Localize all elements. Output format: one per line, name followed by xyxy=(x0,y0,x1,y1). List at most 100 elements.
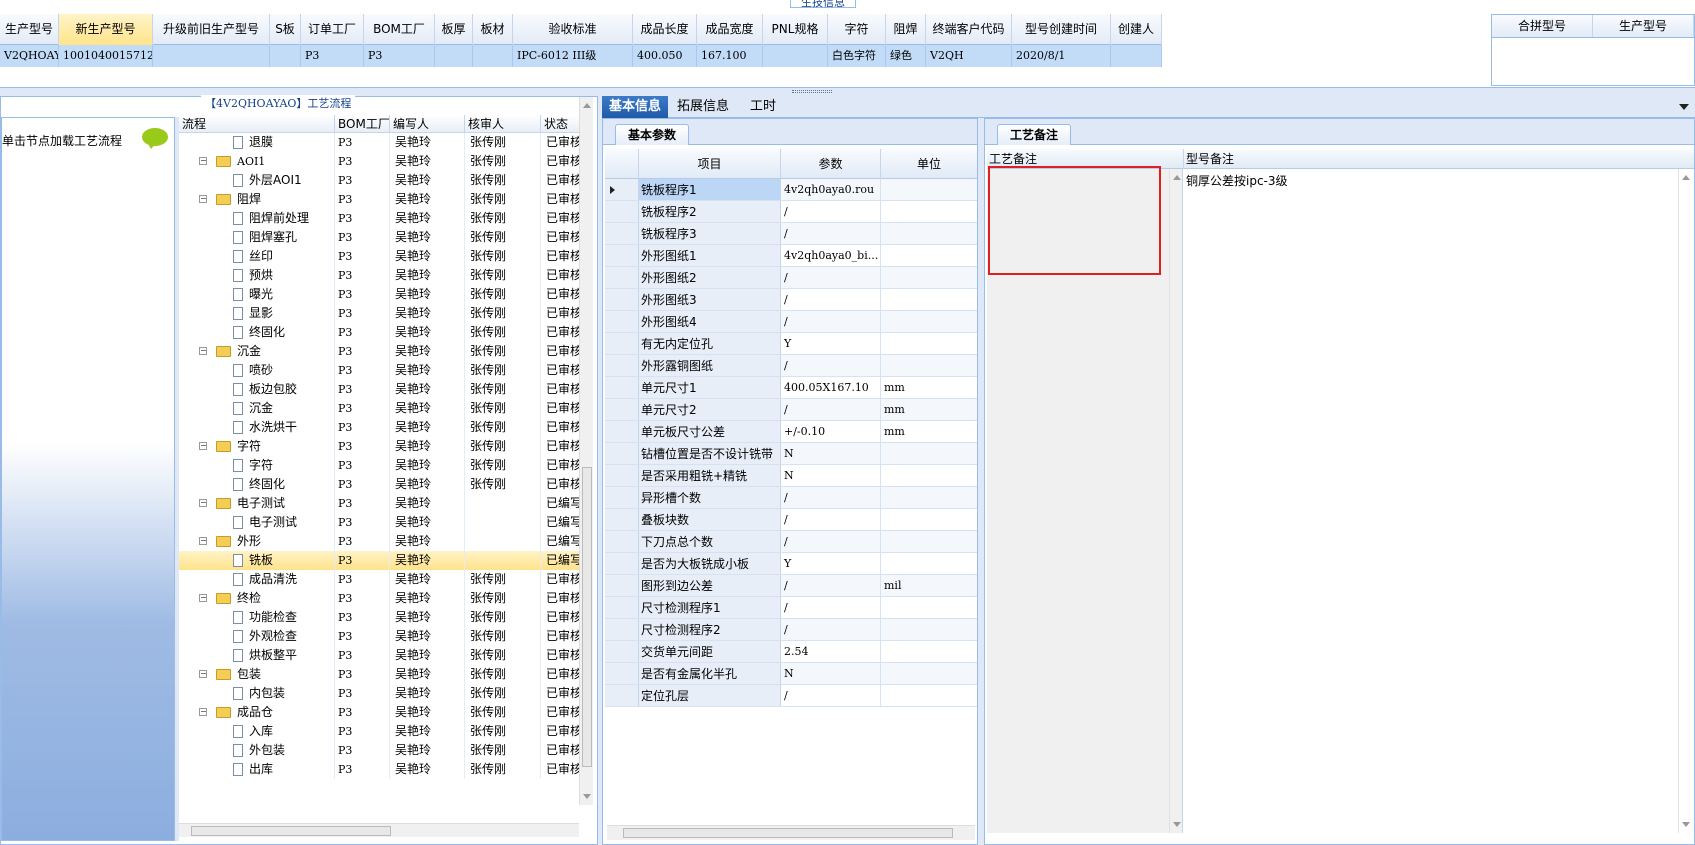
tree-row[interactable]: 出库 P3 吴艳玲 张传刚 已审核 xyxy=(179,760,593,779)
scroll-down-icon[interactable] xyxy=(1682,822,1690,827)
model-note-field[interactable]: 铜厚公差按ipc-3级 xyxy=(1184,169,1694,833)
param-value[interactable]: / xyxy=(781,597,881,618)
tree-node[interactable]: 阻焊塞孔 xyxy=(179,228,335,247)
param-value[interactable]: / xyxy=(781,685,881,706)
top-col-11[interactable]: PNL规格 xyxy=(763,14,828,45)
tree-row[interactable]: 成品清洗 P3 吴艳玲 张传刚 已审核 xyxy=(179,570,593,589)
param-row[interactable]: 单元尺寸1 400.05X167.10 mm xyxy=(605,377,977,399)
chat-bubble-icon[interactable] xyxy=(142,128,168,149)
col-reviewer[interactable]: 核审人 xyxy=(465,115,541,133)
row-indicator[interactable] xyxy=(605,201,639,222)
param-row[interactable]: 是否有金属化半孔 N xyxy=(605,663,977,685)
tree-row[interactable]: − 字符 P3 吴艳玲 张传刚 已审核 xyxy=(179,437,593,456)
top-col-4[interactable]: 订单工厂 xyxy=(301,14,364,45)
scroll-up-icon[interactable] xyxy=(1173,175,1181,180)
param-unit[interactable] xyxy=(881,663,977,684)
tree-row[interactable]: 水洗烘干 P3 吴艳玲 张传刚 已审核 xyxy=(179,418,593,437)
param-unit[interactable]: mm xyxy=(881,399,977,420)
tree-row[interactable]: 退膜 P3 吴艳玲 张传刚 已审核 xyxy=(179,133,593,152)
param-value[interactable]: 2.54 xyxy=(781,641,881,662)
param-unit[interactable] xyxy=(881,355,977,376)
param-unit[interactable] xyxy=(881,267,977,288)
param-row[interactable]: 铣板程序3/ xyxy=(605,223,977,245)
tree-vertical-scrollbar[interactable] xyxy=(579,97,593,805)
tree-node[interactable]: 内包装 xyxy=(179,684,335,703)
tree-row[interactable]: − 终检 P3 吴艳玲 张传刚 已审核 xyxy=(179,589,593,608)
param-row[interactable]: 尺寸检测程序1/ xyxy=(605,597,977,619)
tab-extended-info[interactable]: 拓展信息 xyxy=(670,96,736,118)
row-indicator[interactable] xyxy=(605,619,639,640)
top-cell-5[interactable]: P3 xyxy=(364,45,435,67)
param-unit[interactable] xyxy=(881,685,977,706)
param-value[interactable]: / xyxy=(781,531,881,552)
product-grid-row[interactable]: V2QHOAYAO10010400157125 P3P3 IPC-6012 III级… xyxy=(0,45,1162,67)
row-indicator[interactable] xyxy=(605,267,639,288)
top-cell-12[interactable]: 白色字符 xyxy=(828,45,886,67)
param-value[interactable]: N xyxy=(781,663,881,684)
top-cell-2[interactable] xyxy=(153,45,270,67)
tree-node[interactable]: 入库 xyxy=(179,722,335,741)
param-value[interactable]: / xyxy=(781,487,881,508)
param-row[interactable]: 是否采用粗铣+精铣 N xyxy=(605,465,977,487)
tree-node[interactable]: 板边包胶 xyxy=(179,380,335,399)
tree-node[interactable]: 烘板整平 xyxy=(179,646,335,665)
top-cell-7[interactable] xyxy=(473,45,513,67)
tree-row[interactable]: 曝光 P3 吴艳玲 张传刚 已审核 xyxy=(179,285,593,304)
param-row[interactable]: 外形图纸4/ xyxy=(605,311,977,333)
param-row[interactable]: 外形图纸3/ xyxy=(605,289,977,311)
tree-row[interactable]: 外包装 P3 吴艳玲 张传刚 已审核 xyxy=(179,741,593,760)
top-col-13[interactable]: 阻焊 xyxy=(886,14,926,45)
top-col-15[interactable]: 型号创建时间 xyxy=(1012,14,1111,45)
row-indicator[interactable] xyxy=(605,465,639,486)
product-info-tab[interactable]: 生技信息 xyxy=(790,0,856,9)
top-cell-1[interactable]: 10010400157125 xyxy=(59,45,153,67)
tree-node[interactable]: 丝印 xyxy=(179,247,335,266)
param-value[interactable]: +/-0.10 xyxy=(781,421,881,442)
param-row[interactable]: 下刀点总个数 / xyxy=(605,531,977,553)
tree-row[interactable]: 外观检查 P3 吴艳玲 张传刚 已审核 xyxy=(179,627,593,646)
tree-node[interactable]: 阻焊前处理 xyxy=(179,209,335,228)
tab-menu-dropdown-icon[interactable] xyxy=(1679,104,1689,110)
tree-node[interactable]: 水洗烘干 xyxy=(179,418,335,437)
tree-node[interactable]: − 电子测试 xyxy=(179,494,335,513)
tree-row[interactable]: − 包装 P3 吴艳玲 张传刚 已审核 xyxy=(179,665,593,684)
param-unit[interactable] xyxy=(881,509,977,530)
tree-node[interactable]: 功能检查 xyxy=(179,608,335,627)
tree-node[interactable]: − AOI1 xyxy=(179,152,335,171)
collapse-toggle-icon[interactable]: − xyxy=(199,157,207,165)
tree-row[interactable]: 内包装 P3 吴艳玲 张传刚 已审核 xyxy=(179,684,593,703)
tree-node[interactable]: − 成品仓 xyxy=(179,703,335,722)
tree-node[interactable]: 字符 xyxy=(179,456,335,475)
tree-row[interactable]: − 外形 P3 吴艳玲 已编写 xyxy=(179,532,593,551)
row-indicator[interactable] xyxy=(605,509,639,530)
param-unit[interactable]: mm xyxy=(881,377,977,398)
param-unit[interactable] xyxy=(881,333,977,354)
param-row[interactable]: 叠板块数 / xyxy=(605,509,977,531)
tree-node[interactable]: 出库 xyxy=(179,760,335,779)
tree-node[interactable]: 预烘 xyxy=(179,266,335,285)
param-row[interactable]: 外形图纸1 4v2qh0aya0_bi... xyxy=(605,245,977,267)
scroll-down-icon[interactable] xyxy=(583,794,591,799)
param-value[interactable]: / xyxy=(781,267,881,288)
row-indicator[interactable] xyxy=(605,355,639,376)
param-row[interactable]: 尺寸检测程序2/ xyxy=(605,619,977,641)
param-row[interactable]: 单元尺寸2/mm xyxy=(605,399,977,421)
row-indicator[interactable] xyxy=(605,553,639,574)
param-unit[interactable] xyxy=(881,201,977,222)
top-cell-10[interactable]: 167.100 xyxy=(697,45,763,67)
param-value[interactable]: / xyxy=(781,399,881,420)
row-indicator[interactable] xyxy=(605,641,639,662)
top-col-5[interactable]: BOM工厂 xyxy=(364,14,435,45)
collapse-toggle-icon[interactable]: − xyxy=(199,708,207,716)
tree-horizontal-scrollbar[interactable] xyxy=(179,823,579,837)
row-indicator[interactable] xyxy=(605,487,639,508)
tree-node[interactable]: 成品清洗 xyxy=(179,570,335,589)
scroll-up-icon[interactable] xyxy=(1682,175,1690,180)
tree-row[interactable]: 板边包胶 P3 吴艳玲 张传刚 已审核 xyxy=(179,380,593,399)
param-unit[interactable] xyxy=(881,641,977,662)
collapse-toggle-icon[interactable]: − xyxy=(199,670,207,678)
param-value[interactable]: / xyxy=(781,311,881,332)
param-value[interactable]: / xyxy=(781,619,881,640)
param-row[interactable]: 铣板程序2/ xyxy=(605,201,977,223)
param-row[interactable]: 铣板程序1 4v2qh0aya0.rou xyxy=(605,179,977,201)
